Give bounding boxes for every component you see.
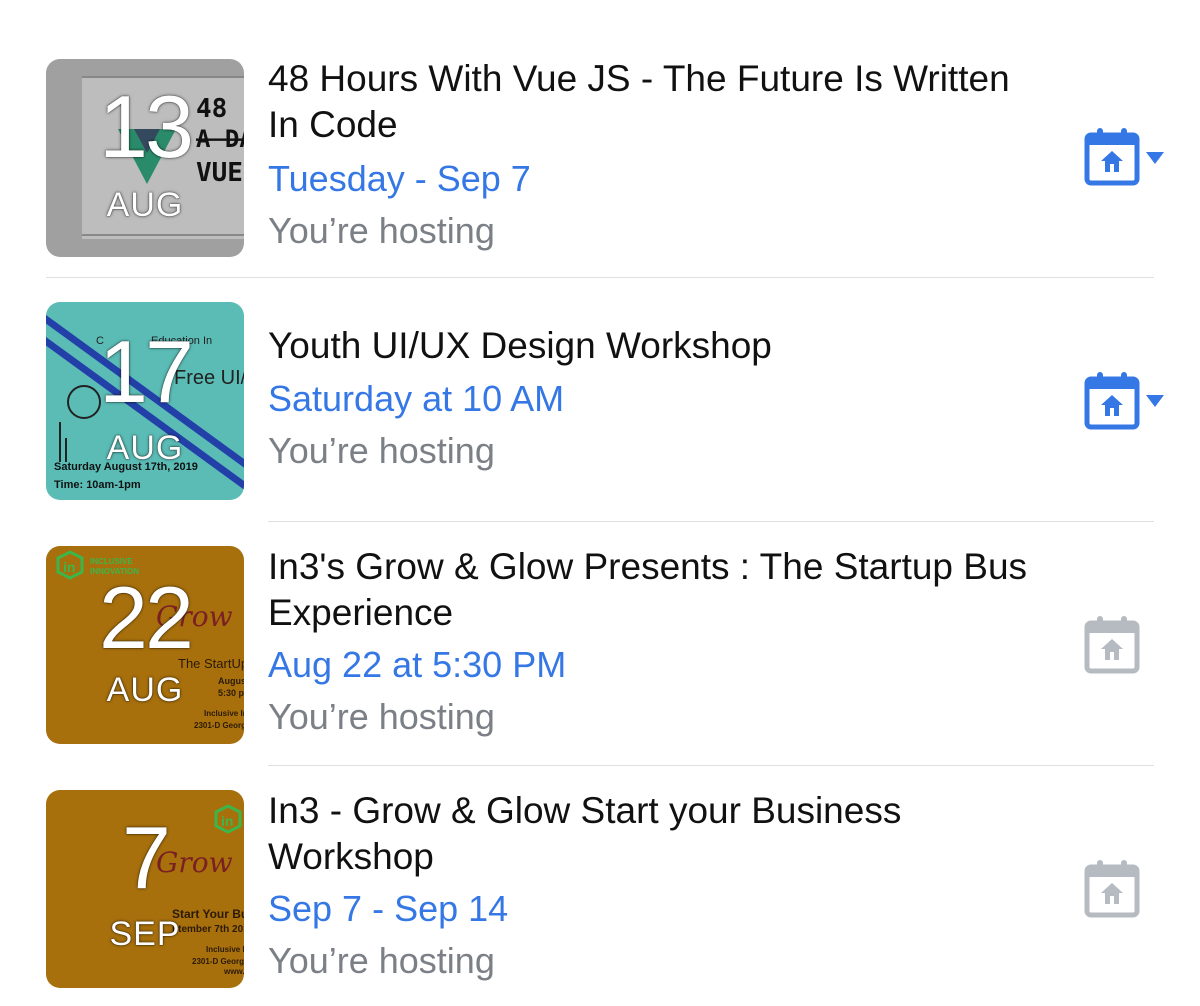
event-thumbnail[interactable]: in Grow Start Your Bu ptember 7th 2019 I… [46, 790, 244, 988]
event-row[interactable]: 48 H A DA VUE 13 AUG 48 Hours With Vue J… [0, 0, 1200, 278]
event-thumbnail[interactable]: in INCLUSIVE INNOVATION Grow The StartUp… [46, 546, 244, 744]
event-row[interactable]: C Education In Free UI/ Saturday August … [0, 278, 1200, 522]
cover-text: INCLUSIVE [90, 557, 133, 566]
chevron-down-icon[interactable] [1146, 395, 1164, 407]
event-day: 17 [99, 322, 194, 421]
event-title[interactable]: In3's Grow & Glow Presents : The Startup… [268, 544, 1028, 636]
event-status: You’re hosting [268, 940, 495, 981]
cover-text: 2301-D Georgia A [192, 957, 244, 966]
cover-text: Inclusive In [204, 709, 244, 718]
event-title[interactable]: Youth UI/UX Design Workshop [268, 323, 1028, 369]
event-status: You’re hosting [268, 430, 495, 471]
event-day: 13 [99, 77, 194, 176]
event-month: AUG [106, 429, 184, 467]
event-month: AUG [106, 671, 184, 709]
event-row[interactable]: in INCLUSIVE INNOVATION Grow The StartUp… [0, 522, 1200, 766]
cover-text: www. [223, 967, 244, 976]
event-day: 22 [99, 568, 194, 667]
event-thumbnail[interactable]: 48 H A DA VUE 13 AUG [46, 59, 244, 257]
calendar-house-icon[interactable] [1084, 370, 1140, 430]
event-thumbnail[interactable]: C Education In Free UI/ Saturday August … [46, 302, 244, 500]
event-month: SEP [109, 915, 181, 953]
event-month: AUG [106, 186, 184, 224]
event-status: You’re hosting [268, 210, 495, 251]
event-row[interactable]: in Grow Start Your Bu ptember 7th 2019 I… [0, 766, 1200, 1006]
event-date: Saturday at 10 AM [268, 378, 565, 419]
event-title[interactable]: 48 Hours With Vue JS - The Future Is Wri… [268, 56, 1028, 148]
cover-text: Time: 10am-1pm [54, 479, 141, 491]
events-list: 48 H A DA VUE 13 AUG 48 Hours With Vue J… [0, 0, 1200, 1006]
calendar-house-icon[interactable] [1084, 614, 1140, 674]
event-date: Aug 22 at 5:30 PM [268, 644, 567, 685]
chevron-down-icon[interactable] [1146, 152, 1164, 164]
event-title[interactable]: In3 - Grow & Glow Start your Business Wo… [268, 788, 1028, 880]
event-day: 7 [122, 808, 171, 907]
calendar-house-icon[interactable] [1084, 858, 1140, 918]
event-date: Sep 7 - Sep 14 [268, 888, 509, 929]
event-date: Tuesday - Sep 7 [268, 158, 531, 199]
event-status: You’re hosting [268, 696, 495, 737]
calendar-house-icon[interactable] [1084, 126, 1140, 186]
cover-text: 2301-D Georgia [194, 721, 244, 730]
